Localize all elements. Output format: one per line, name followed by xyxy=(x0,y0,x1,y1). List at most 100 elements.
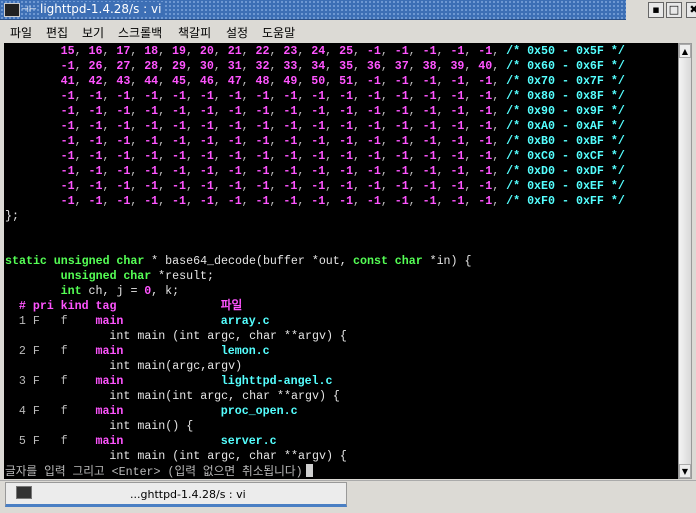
table-value: -1 xyxy=(422,135,437,148)
table-value: -1 xyxy=(394,75,409,88)
code-comment: /* 0xC0 - 0xCF */ xyxy=(506,150,625,163)
table-value: -1 xyxy=(422,90,437,103)
menu-bookmarks[interactable]: 책갈피 xyxy=(178,24,211,41)
separator: , xyxy=(102,90,110,103)
maximize-button[interactable]: □ xyxy=(666,2,682,18)
minimize-button[interactable]: ▪ xyxy=(648,2,664,18)
table-value: -1 xyxy=(88,135,103,148)
terminal-icon[interactable] xyxy=(4,3,20,17)
separator: , xyxy=(102,165,110,178)
tag-kind: f xyxy=(60,315,68,328)
table-value: -1 xyxy=(478,45,493,58)
code-comment: /* 0x90 - 0x9F */ xyxy=(506,105,625,118)
tag-pattern: int main(argc,argv) xyxy=(109,360,243,373)
table-value: -1 xyxy=(394,105,409,118)
table-value: -1 xyxy=(366,75,381,88)
close-button[interactable]: ✖ xyxy=(686,2,696,18)
table-value: -1 xyxy=(450,195,465,208)
table-row: 15, 16, 17, 18, 19, 20, 21, 22, 23, 24, 25, -1, -1, -… xyxy=(4,44,678,59)
tag-name: main xyxy=(95,315,124,328)
separator: , xyxy=(353,195,360,208)
code-token: }; xyxy=(5,210,19,223)
separator: , xyxy=(436,195,444,208)
separator: , xyxy=(297,180,305,193)
title-bar[interactable]: ⊣⊢ lighttpd-1.4.28/s : vi ▪ □ ✖ xyxy=(0,0,696,20)
separator: , xyxy=(464,90,472,103)
separator: , xyxy=(436,60,444,73)
tag-list-item[interactable]: 1 Ff main array.c xyxy=(4,314,678,329)
separator: , xyxy=(185,60,193,73)
separator: , xyxy=(380,195,388,208)
scroll-up-arrow-icon[interactable]: ▲ xyxy=(679,44,691,58)
table-value: -1 xyxy=(60,60,75,73)
table-value: -1 xyxy=(60,165,75,178)
table-value: -1 xyxy=(311,195,326,208)
table-value: -1 xyxy=(172,90,187,103)
table-value: -1 xyxy=(339,90,354,103)
table-value: -1 xyxy=(339,180,354,193)
table-value: -1 xyxy=(366,150,381,163)
code-comment: /* 0x60 - 0x6F */ xyxy=(506,60,625,73)
tag-list-item[interactable]: 3 Ff main lighttpd-angel.c xyxy=(4,374,678,389)
tag-list-item[interactable]: 5 Ff main server.c xyxy=(4,434,678,449)
menu-file[interactable]: 파일 xyxy=(10,24,32,41)
separator: , xyxy=(492,165,500,178)
pin-icon[interactable]: ⊣⊢ xyxy=(21,4,37,16)
table-value: -1 xyxy=(450,120,465,133)
separator: , xyxy=(241,75,249,88)
separator: , xyxy=(380,165,388,178)
tag-number: 1 xyxy=(18,315,26,328)
menu-settings[interactable]: 설정 xyxy=(226,24,248,41)
table-value: -1 xyxy=(255,180,270,193)
separator: , xyxy=(269,120,277,133)
tag-list-item[interactable]: 4 Ff main proc_open.c xyxy=(4,404,678,419)
separator: , xyxy=(464,195,472,208)
separator: , xyxy=(297,60,305,73)
separator: , xyxy=(158,180,166,193)
table-value: -1 xyxy=(478,75,493,88)
separator: , xyxy=(325,135,333,148)
table-value: -1 xyxy=(199,105,214,118)
separator: , xyxy=(213,60,221,73)
menu-view[interactable]: 보기 xyxy=(82,24,104,41)
separator: , xyxy=(380,60,388,73)
separator: , xyxy=(102,120,110,133)
table-value: -1 xyxy=(116,120,131,133)
table-value: -1 xyxy=(311,105,326,118)
table-value: -1 xyxy=(394,165,409,178)
separator: , xyxy=(158,150,166,163)
menu-scrollback[interactable]: 스크롤백 xyxy=(118,24,162,41)
prompt-line: 글자를 입력 그리고 <Enter> (입력 없으면 취소됩니다) xyxy=(5,464,313,479)
table-value: -1 xyxy=(60,105,75,118)
separator: , xyxy=(102,135,110,148)
scroll-down-arrow-icon[interactable]: ▼ xyxy=(679,464,691,478)
code-line: unsigned char *result; xyxy=(4,269,678,284)
table-value: -1 xyxy=(422,120,437,133)
separator: , xyxy=(464,75,472,88)
separator: , xyxy=(102,45,110,58)
table-value: -1 xyxy=(88,195,103,208)
separator: , xyxy=(325,165,333,178)
separator: , xyxy=(492,180,500,193)
separator: , xyxy=(408,60,416,73)
table-value: 27 xyxy=(116,60,131,73)
table-value: 24 xyxy=(311,45,326,58)
scrollbar[interactable]: ▲ ▼ xyxy=(678,43,692,479)
separator: , xyxy=(213,135,221,148)
table-value: -1 xyxy=(366,180,381,193)
taskbar-window-button[interactable]: ...ghttpd-1.4.28/s : vi xyxy=(5,482,347,507)
menu-help[interactable]: 도움말 xyxy=(262,24,295,41)
menu-edit[interactable]: 편집 xyxy=(46,24,68,41)
terminal-icon xyxy=(16,486,32,499)
table-value: -1 xyxy=(478,165,493,178)
tag-list-item[interactable]: 2 Ff main lemon.c xyxy=(4,344,678,359)
code-token: static xyxy=(5,255,47,268)
separator: , xyxy=(297,120,305,133)
separator: , xyxy=(130,45,138,58)
terminal-output[interactable]: 15, 16, 17, 18, 19, 20, 21, 22, 23, 24, 25, -1, -1, -… xyxy=(4,43,678,479)
code-token: * base64_decode(buffer *out, xyxy=(144,255,354,268)
table-value: -1 xyxy=(311,135,326,148)
separator: , xyxy=(185,120,193,133)
table-value: -1 xyxy=(227,195,242,208)
